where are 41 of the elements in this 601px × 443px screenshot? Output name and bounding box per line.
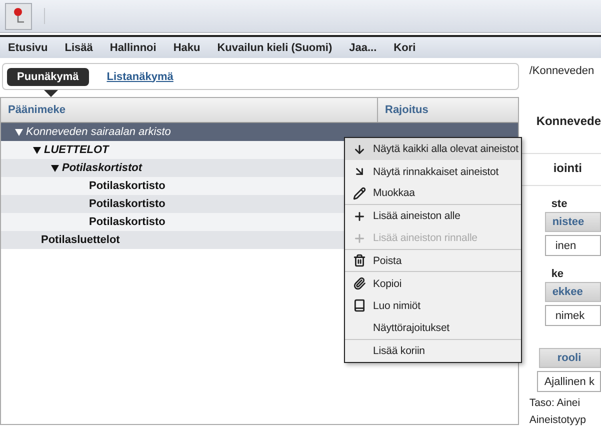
- plus-icon: [352, 232, 366, 245]
- context-menu-item[interactable]: Näytä kaikki alla olevat aineistot: [345, 138, 521, 160]
- view-tab[interactable]: Puunäkymä: [7, 68, 89, 86]
- menu-item[interactable]: Haku: [173, 42, 200, 54]
- info-text: Taso: Ainei: [529, 397, 582, 409]
- context-menu-item[interactable]: Lisää koriin: [345, 340, 521, 362]
- input-field[interactable]: nimek: [545, 305, 601, 326]
- record-title: Konnevede: [536, 114, 601, 128]
- input-field[interactable]: inen: [545, 235, 601, 256]
- context-menu-item[interactable]: Kopioi: [345, 272, 521, 295]
- view-link[interactable]: Listanäkymä: [106, 68, 174, 86]
- context-menu-item[interactable]: Luo nimiöt: [345, 294, 521, 318]
- paperclip-icon: [352, 277, 366, 290]
- menu-item[interactable]: Kuvailun kieli (Suomi): [217, 42, 332, 54]
- menu-item[interactable]: Jaa...: [349, 42, 377, 54]
- menu-item[interactable]: Kori: [394, 42, 416, 54]
- input-field[interactable]: Ajallinen k: [537, 371, 601, 392]
- context-menu-item[interactable]: Muokkaa: [345, 182, 521, 206]
- collapse-triangle-icon[interactable]: [51, 164, 59, 172]
- menu-item[interactable]: Lisää: [64, 42, 93, 54]
- menu-item[interactable]: Etusivu: [8, 42, 48, 54]
- context-menu-item[interactable]: Poista: [345, 250, 521, 272]
- menu-item[interactable]: Hallinnoi: [110, 42, 156, 54]
- panel-button[interactable]: ekkee: [545, 282, 601, 302]
- panel-button[interactable]: nistee: [545, 212, 601, 232]
- breadcrumb-path: /Konneveden: [529, 65, 596, 77]
- field-label: ste: [551, 198, 568, 210]
- map-pin-button[interactable]: [5, 2, 32, 30]
- collapse-triangle-icon[interactable]: [33, 146, 41, 154]
- book-icon: [352, 299, 366, 312]
- field-label: ke: [551, 268, 565, 280]
- info-text: Aineistotyyp: [529, 414, 587, 426]
- tree-row[interactable]: Konneveden sairaalan arkisto: [1, 123, 518, 141]
- context-menu-item[interactable]: Näyttörajoitukset: [345, 317, 521, 340]
- plus-icon: [352, 210, 366, 223]
- panel-button[interactable]: rooli: [539, 348, 601, 368]
- arrow-down-icon: [352, 142, 366, 156]
- column-header[interactable]: Rajoitus: [378, 98, 518, 122]
- trash-icon: [352, 254, 366, 268]
- column-header[interactable]: Päänimeke: [1, 98, 378, 122]
- pencil-icon: [352, 186, 366, 200]
